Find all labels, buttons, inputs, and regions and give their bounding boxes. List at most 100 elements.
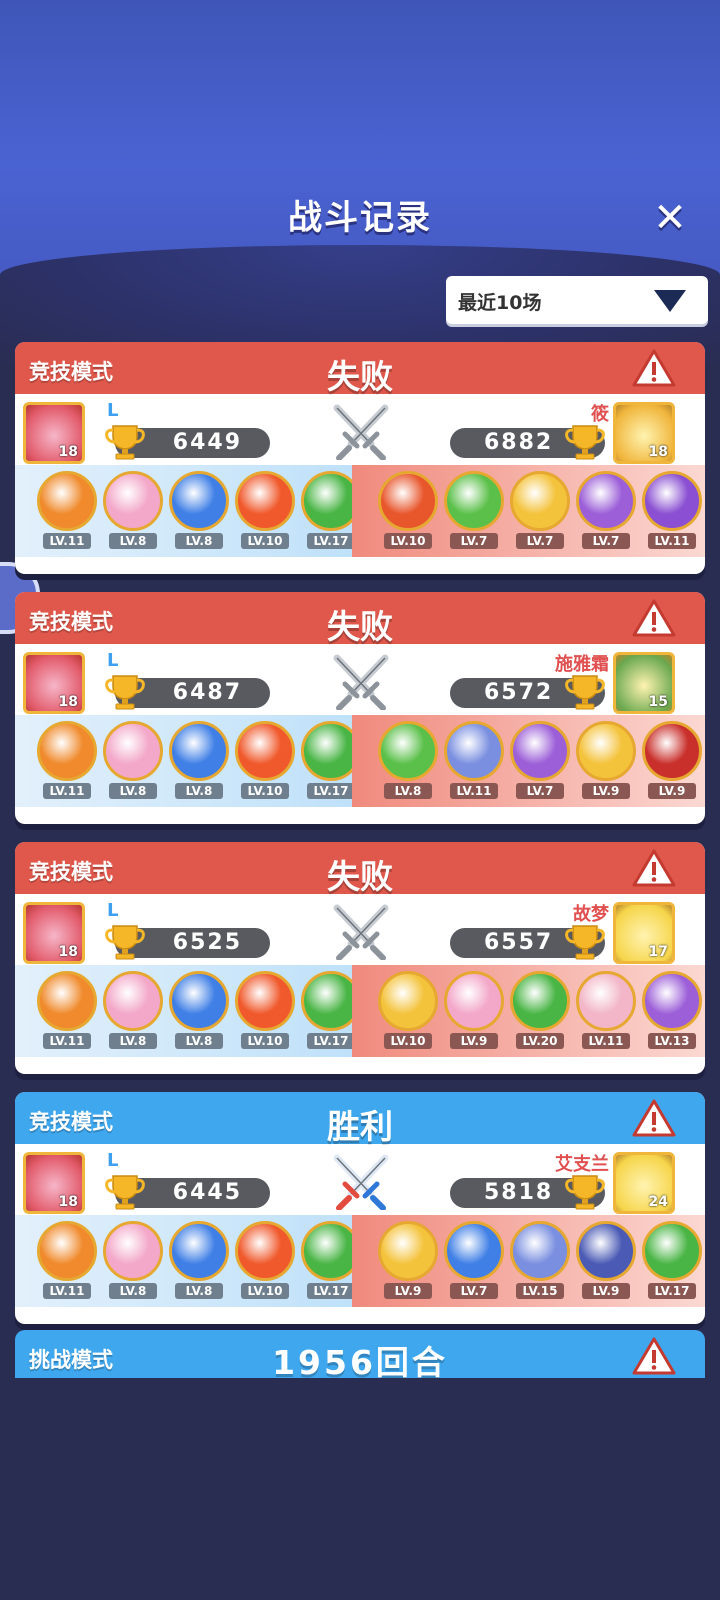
hero-level: LV.9 <box>648 783 696 799</box>
hero-level: LV.11 <box>648 533 696 549</box>
hero-icon[interactable] <box>510 1221 570 1281</box>
player-level: 18 <box>58 694 78 710</box>
hero-icon[interactable] <box>510 971 570 1031</box>
hero-icon[interactable] <box>37 971 97 1031</box>
my-team: LV.11 LV.8 LV.8 LV.10 LV.17 <box>15 1215 361 1307</box>
trophy-icon <box>565 925 605 960</box>
my-team: LV.11 LV.8 LV.8 LV.10 LV.17 <box>15 715 361 807</box>
card-header: 竞技模式 失败 <box>15 842 705 896</box>
hero-icon[interactable] <box>444 1221 504 1281</box>
enemy-team: LV.10 LV.9 LV.20 LV.11 LV.13 <box>352 965 705 1057</box>
trophy-icon <box>565 1175 605 1210</box>
hero-level: LV.8 <box>384 783 432 799</box>
hero-icon[interactable] <box>235 471 295 531</box>
result-label: 胜利 <box>327 1107 393 1146</box>
hero-level: LV.9 <box>450 1033 498 1049</box>
hero-level: LV.11 <box>43 783 91 799</box>
hero-level: LV.8 <box>109 1033 157 1049</box>
my-avatar[interactable]: 18 <box>23 1152 85 1214</box>
my-avatar[interactable]: 18 <box>23 902 85 964</box>
hero-icon[interactable] <box>169 721 229 781</box>
hero-icon[interactable] <box>642 1221 702 1281</box>
my-team: LV.11 LV.8 LV.8 LV.10 LV.17 <box>15 465 361 557</box>
match-record-card[interactable]: 竞技模式 失败 18 L 6525 故梦 6557 17 LV.11 LV.8 LV.8 LV.10 L… <box>15 842 705 1074</box>
hero-level: LV.13 <box>648 1033 696 1049</box>
filter-label: 最近10场 <box>458 292 542 314</box>
hero-icon[interactable] <box>235 721 295 781</box>
crossed-swords-icon <box>333 904 389 960</box>
hero-icon[interactable] <box>576 471 636 531</box>
report-icon[interactable] <box>632 349 676 387</box>
match-record-card[interactable]: 竞技模式 失败 18 L 6487 施雅霜 6572 15 LV.11 LV.8 LV.8 LV.10… <box>15 592 705 824</box>
hero-level: LV.11 <box>43 1033 91 1049</box>
enemy-avatar[interactable]: 24 <box>613 1152 675 1214</box>
hero-level: LV.11 <box>450 783 498 799</box>
hero-icon[interactable] <box>378 971 438 1031</box>
hero-level: LV.20 <box>516 1033 564 1049</box>
hero-level: LV.9 <box>384 1283 432 1299</box>
hero-icon[interactable] <box>169 471 229 531</box>
report-icon[interactable] <box>632 849 676 887</box>
hero-icon[interactable] <box>576 1221 636 1281</box>
enemy-team: LV.8 LV.11 LV.7 LV.9 LV.9 <box>352 715 705 807</box>
hero-level: LV.10 <box>384 533 432 549</box>
report-icon[interactable] <box>632 599 676 637</box>
hero-level: LV.11 <box>43 533 91 549</box>
hero-icon[interactable] <box>576 721 636 781</box>
hero-icon[interactable] <box>642 721 702 781</box>
hero-level: LV.9 <box>582 1283 630 1299</box>
match-record-card[interactable]: 竞技模式 失败 18 L 6449 筱 6882 18 LV.11 LV.8 LV.8 LV.10 LV… <box>15 342 705 574</box>
hero-level: LV.8 <box>175 533 223 549</box>
hero-icon[interactable] <box>444 721 504 781</box>
enemy-avatar[interactable]: 17 <box>613 902 675 964</box>
result-label: 失败 <box>327 357 393 396</box>
hero-icon[interactable] <box>235 971 295 1031</box>
close-icon[interactable]: ✕ <box>650 198 690 238</box>
my-team: LV.11 LV.8 LV.8 LV.10 LV.17 <box>15 965 361 1057</box>
my-avatar[interactable]: 18 <box>23 402 85 464</box>
hero-icon[interactable] <box>510 471 570 531</box>
trophy-icon <box>105 1175 145 1210</box>
hero-level: LV.7 <box>516 783 564 799</box>
hero-icon[interactable] <box>169 971 229 1031</box>
hero-icon[interactable] <box>169 1221 229 1281</box>
hero-icon[interactable] <box>576 971 636 1031</box>
hero-icon[interactable] <box>444 971 504 1031</box>
hero-icon[interactable] <box>235 1221 295 1281</box>
page-title: 战斗记录 <box>288 198 432 238</box>
my-player-name: L <box>107 650 119 671</box>
hero-icon[interactable] <box>378 471 438 531</box>
hero-icon[interactable] <box>510 721 570 781</box>
hero-level: LV.17 <box>307 1283 355 1299</box>
player-level: 18 <box>648 444 668 460</box>
player-level: 18 <box>58 1194 78 1210</box>
hero-icon[interactable] <box>37 1221 97 1281</box>
trophy-icon <box>565 675 605 710</box>
hero-icon[interactable] <box>103 1221 163 1281</box>
hero-level: LV.8 <box>109 533 157 549</box>
report-icon[interactable] <box>632 1337 676 1375</box>
hero-icon[interactable] <box>444 471 504 531</box>
hero-icon[interactable] <box>378 1221 438 1281</box>
challenge-record-card[interactable]: 挑战模式 1956回合 <box>15 1330 705 1378</box>
hero-icon[interactable] <box>103 721 163 781</box>
report-icon[interactable] <box>632 1099 676 1137</box>
enemy-avatar[interactable]: 18 <box>613 402 675 464</box>
trophy-icon <box>105 675 145 710</box>
my-avatar[interactable]: 18 <box>23 652 85 714</box>
hero-icon[interactable] <box>642 971 702 1031</box>
hero-icon[interactable] <box>37 721 97 781</box>
hero-icon[interactable] <box>103 971 163 1031</box>
hero-icon[interactable] <box>642 471 702 531</box>
hero-icon[interactable] <box>37 471 97 531</box>
hero-level: LV.17 <box>307 1033 355 1049</box>
match-filter-dropdown[interactable]: 最近10场 <box>446 276 708 324</box>
hero-level: LV.15 <box>516 1283 564 1299</box>
enemy-avatar[interactable]: 15 <box>613 652 675 714</box>
hero-icon[interactable] <box>103 471 163 531</box>
chevron-down-icon <box>654 290 686 312</box>
hero-level: LV.11 <box>582 1033 630 1049</box>
player-level: 17 <box>648 944 668 960</box>
match-record-card[interactable]: 竞技模式 胜利 18 L 6445 艾支兰 5818 24 LV.11 LV.8 LV.8 LV.10… <box>15 1092 705 1324</box>
hero-icon[interactable] <box>378 721 438 781</box>
